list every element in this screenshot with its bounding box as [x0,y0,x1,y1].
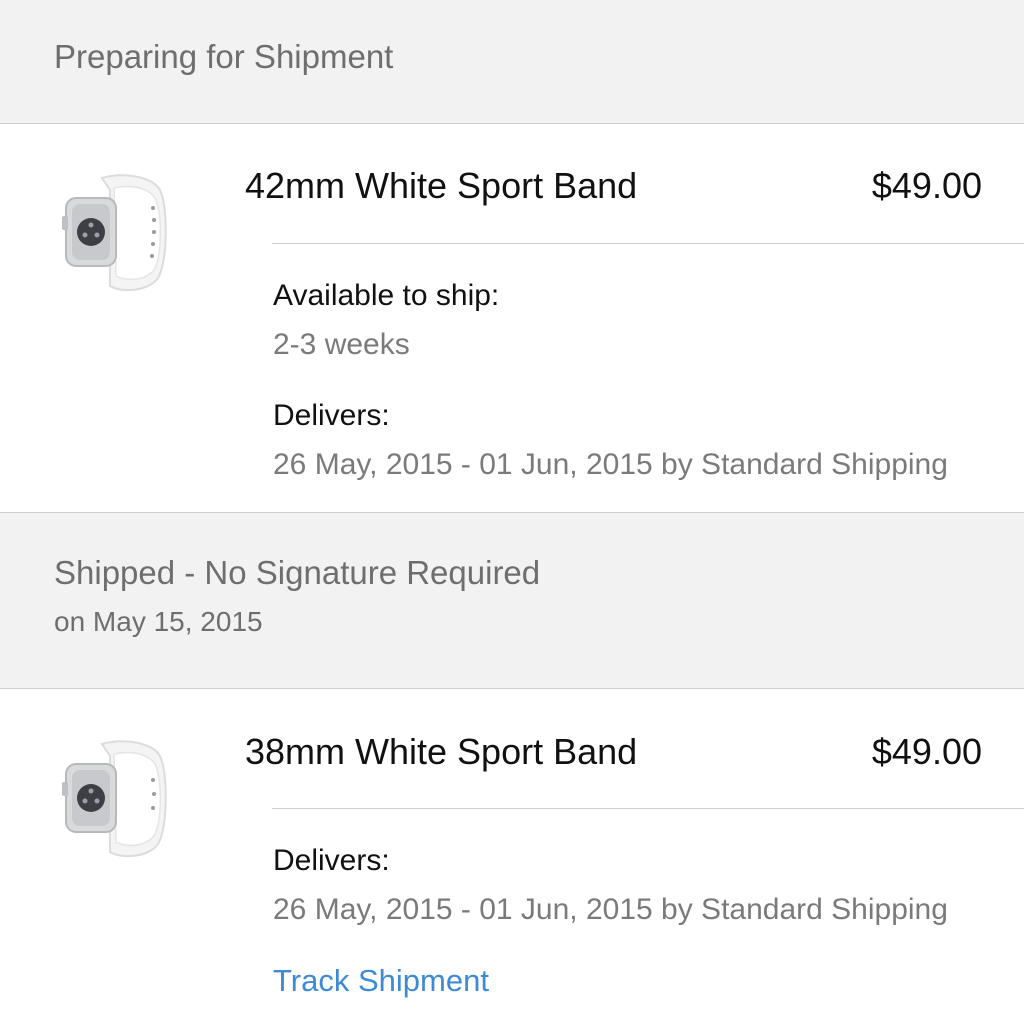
track-shipment-link[interactable]: Track Shipment [273,963,489,999]
availability-value: 2-3 weeks [273,328,410,361]
apple-watch-sport-band-white-image [62,740,167,858]
section-header-shipped [0,512,1024,689]
section-title: Preparing for Shipment [54,38,394,75]
divider [272,808,1024,809]
availability-label: Available to ship: [273,279,500,312]
item-price: $49.00 [871,731,982,772]
item-price: $49.00 [871,165,982,206]
delivers-value: 26 May, 2015 - 01 Jun, 2015 by Standard … [273,448,948,481]
divider [272,243,1024,244]
item-name[interactable]: 38mm White Sport Band [245,731,637,773]
delivers-label: Delivers: [273,844,390,877]
section-title: Shipped - No Signature Required [54,554,541,591]
delivers-value: 26 May, 2015 - 01 Jun, 2015 by Standard … [273,893,948,926]
apple-watch-sport-band-white-image [62,174,167,292]
delivers-label: Delivers: [273,399,390,432]
product-image[interactable] [52,170,172,300]
section-subtitle: on May 15, 2015 [54,606,263,637]
product-image[interactable] [52,736,172,866]
item-name[interactable]: 42mm White Sport Band [245,165,637,207]
